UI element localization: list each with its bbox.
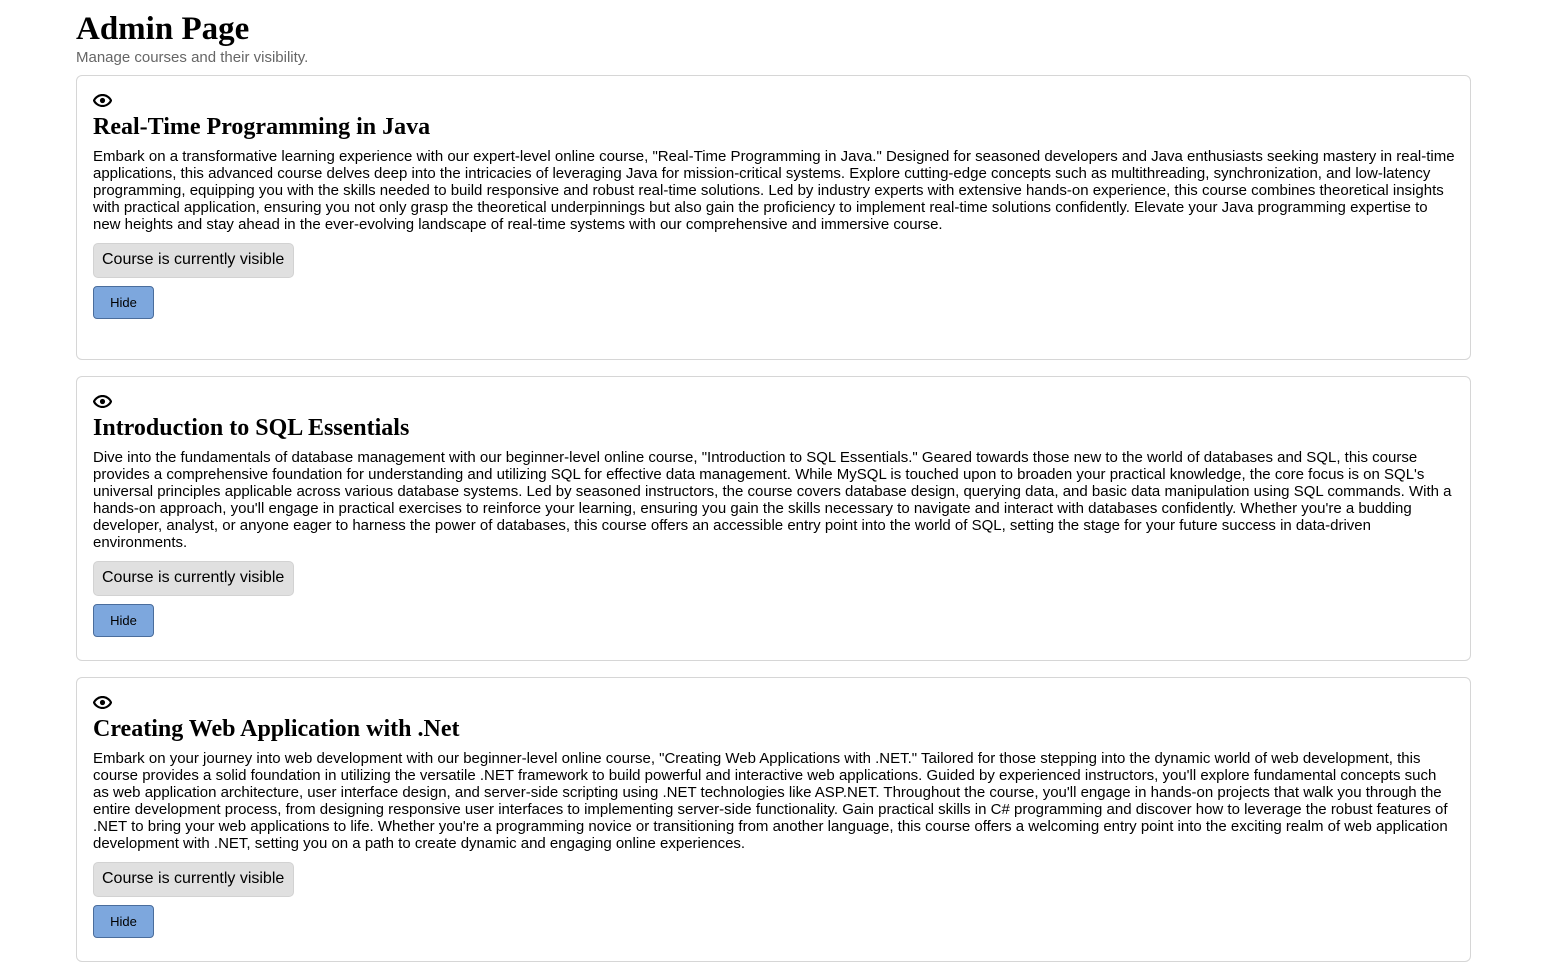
hide-button[interactable]: Hide xyxy=(93,604,154,637)
course-card: Real-Time Programming in Java Embark on … xyxy=(76,75,1471,360)
page-subtitle: Manage courses and their visibility. xyxy=(76,49,309,66)
hide-button[interactable]: Hide xyxy=(93,905,154,938)
course-title: Introduction to SQL Essentials xyxy=(93,415,410,441)
course-card: Creating Web Application with .Net Embar… xyxy=(76,677,1471,962)
visibility-status: Course is currently visible xyxy=(93,243,294,278)
course-title: Creating Web Application with .Net xyxy=(93,716,460,742)
course-list: Real-Time Programming in Java Embark on … xyxy=(76,75,1471,962)
eye-icon xyxy=(93,696,112,709)
hide-button[interactable]: Hide xyxy=(93,286,154,319)
admin-page: Admin Page Manage courses and their visi… xyxy=(76,0,1471,978)
course-description: Embark on a transformative learning expe… xyxy=(93,148,1455,233)
course-card: Introduction to SQL Essentials Dive into… xyxy=(76,376,1471,661)
page-title: Admin Page xyxy=(76,11,250,47)
eye-icon xyxy=(93,395,112,408)
visibility-status: Course is currently visible xyxy=(93,561,294,596)
eye-icon xyxy=(93,94,112,107)
course-description: Dive into the fundamentals of database m… xyxy=(93,449,1452,551)
course-description: Embark on your journey into web developm… xyxy=(93,750,1448,852)
visibility-status: Course is currently visible xyxy=(93,862,294,897)
course-title: Real-Time Programming in Java xyxy=(93,114,431,140)
